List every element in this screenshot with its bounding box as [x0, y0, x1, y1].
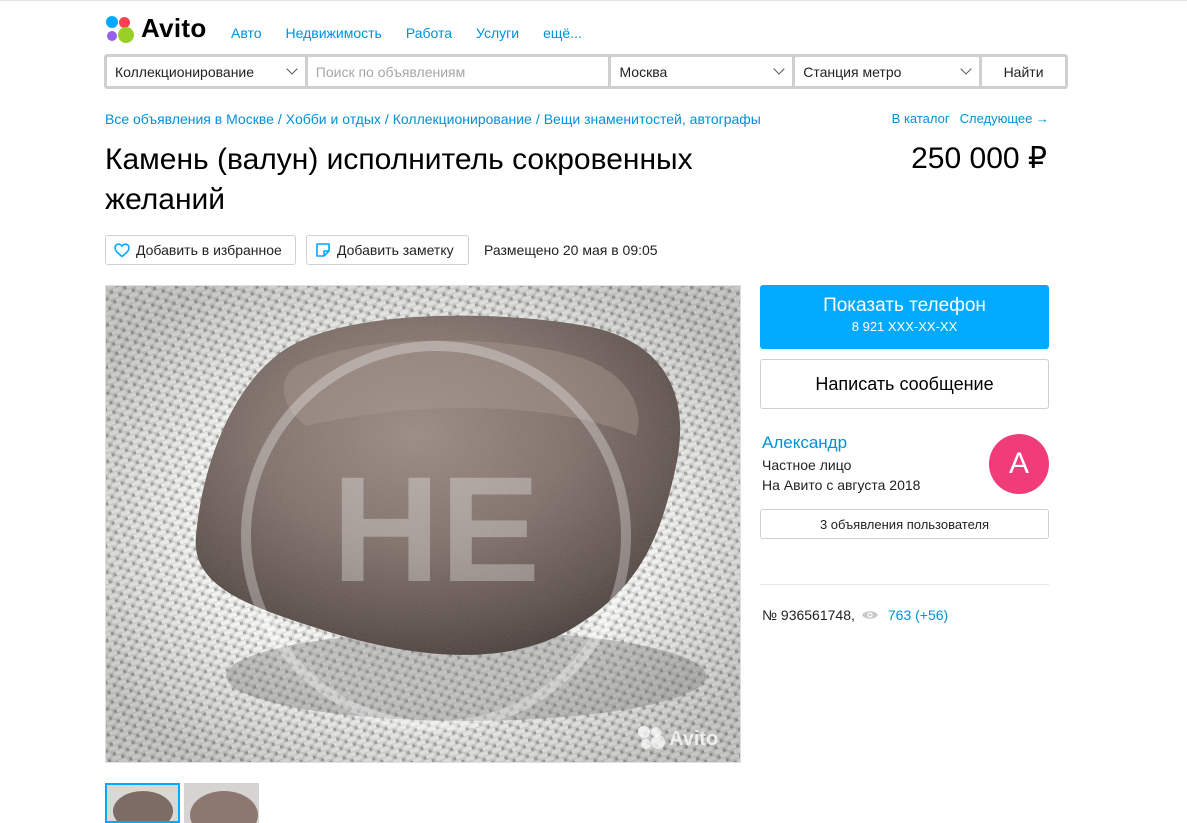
- views-count[interactable]: 763 (+56): [888, 607, 948, 623]
- show-phone-button[interactable]: Показать телефон 8 921 XXX-XX-XX: [760, 285, 1049, 349]
- chevron-down-icon: [286, 63, 298, 75]
- add-note-button[interactable]: Добавить заметку: [306, 235, 469, 265]
- eye-icon: [861, 611, 878, 619]
- logo-text: Avito: [141, 13, 207, 43]
- divider: [760, 584, 1049, 585]
- svg-text:HE: HE: [332, 445, 540, 613]
- note-icon: [316, 243, 330, 257]
- listing-photo[interactable]: HE Avito: [105, 285, 741, 763]
- masked-phone: 8 921 XXX-XX-XX: [851, 319, 958, 334]
- heart-icon: [114, 242, 130, 258]
- breadcrumb-item[interactable]: Вещи знаменитостей, автографы: [544, 111, 761, 127]
- search-field[interactable]: [307, 57, 609, 86]
- logo-dots-icon: [105, 14, 135, 44]
- category-select[interactable]: Коллекционирование: [107, 57, 305, 86]
- catalog-link[interactable]: В каталог: [892, 111, 950, 126]
- photo-thumbnail[interactable]: [105, 783, 180, 823]
- search-input[interactable]: [315, 63, 601, 80]
- breadcrumb: Все объявления в Москве / Хобби и отдых / Ко…: [105, 111, 761, 127]
- nav-item-realty[interactable]: Недвижимость: [286, 25, 382, 41]
- seller-type: Частное лицо: [762, 457, 852, 473]
- nav-item-auto[interactable]: Авто: [231, 25, 262, 41]
- listing-price: 250 000 ₽: [911, 142, 1047, 175]
- main-nav: Авто Недвижимость Работа Услуги ещё...: [231, 25, 582, 41]
- seller-ads-button[interactable]: 3 объявления пользователя: [760, 509, 1049, 539]
- listing-title: Камень (валун) исполнитель сокровенных ж…: [105, 143, 693, 216]
- metro-select[interactable]: Станция метро: [795, 57, 980, 86]
- seller-since: На Авито с августа 2018: [762, 477, 921, 493]
- search-bar: Коллекционирование Москва Станция метро …: [104, 54, 1068, 89]
- nav-item-services[interactable]: Услуги: [476, 25, 519, 41]
- search-button[interactable]: Найти: [982, 57, 1065, 86]
- catalog-nav: В каталог Следующее →: [892, 111, 1049, 126]
- breadcrumb-item[interactable]: Коллекционирование: [393, 111, 532, 127]
- category-value: Коллекционирование: [115, 63, 255, 80]
- show-phone-label: Показать телефон: [823, 295, 986, 316]
- avito-watermark: Avito: [669, 728, 719, 750]
- chevron-down-icon: [773, 63, 785, 75]
- write-message-button[interactable]: Написать сообщение: [760, 359, 1049, 409]
- stone-photo-image: HE: [106, 286, 740, 762]
- photo-thumbnail[interactable]: [184, 783, 259, 823]
- nav-item-jobs[interactable]: Работа: [406, 25, 452, 41]
- listing-meta: № 936561748, 763 (+56): [762, 607, 948, 623]
- avatar[interactable]: А: [989, 434, 1049, 494]
- add-to-favorites-button[interactable]: Добавить в избранное: [105, 235, 296, 265]
- chevron-down-icon: [960, 63, 972, 75]
- city-value: Москва: [619, 63, 668, 80]
- photo-thumbnails: [105, 783, 259, 823]
- next-link[interactable]: Следующее →: [960, 111, 1049, 126]
- breadcrumb-item[interactable]: Все объявления в Москве: [105, 111, 274, 127]
- city-select[interactable]: Москва: [611, 57, 793, 86]
- seller-name-link[interactable]: Александр: [762, 433, 847, 453]
- listing-id: № 936561748,: [762, 607, 855, 623]
- avito-logo[interactable]: Avito: [105, 13, 207, 44]
- nav-item-more[interactable]: ещё...: [543, 25, 582, 41]
- metro-value: Станция метро: [803, 63, 902, 80]
- note-label: Добавить заметку: [337, 242, 454, 258]
- posted-date: Размещено 20 мая в 09:05: [484, 242, 658, 258]
- breadcrumb-item[interactable]: Хобби и отдых: [286, 111, 381, 127]
- top-border: [0, 0, 1187, 5]
- favorite-label: Добавить в избранное: [136, 242, 282, 258]
